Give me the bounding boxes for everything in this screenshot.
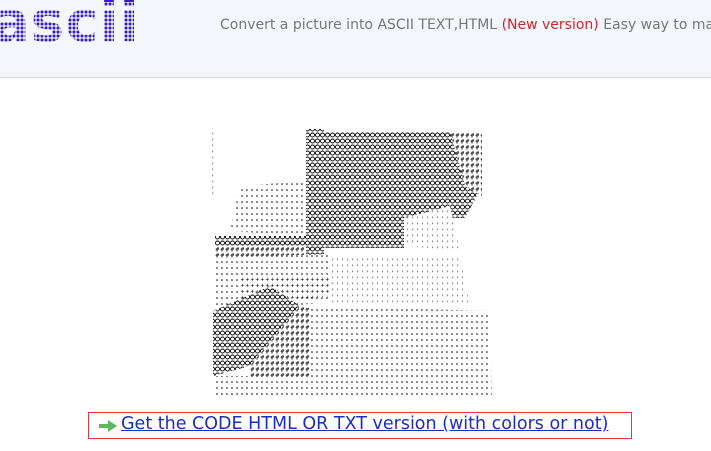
tagline-new-version: (New version) bbox=[501, 17, 599, 33]
logo[interactable]: ascii bbox=[0, 0, 202, 55]
arrow-right-icon bbox=[99, 420, 117, 432]
ascii-art-canvas: # ' + bbox=[212, 128, 492, 396]
logo-text: ascii bbox=[0, 0, 140, 55]
header: ascii Convert a picture into ASCII TEXT,… bbox=[0, 0, 711, 78]
get-code-link[interactable]: Get the CODE HTML OR TXT version (with c… bbox=[121, 414, 608, 434]
ascii-art-image: # ' + bbox=[210, 126, 495, 400]
download-link-box: Get the CODE HTML OR TXT version (with c… bbox=[88, 412, 632, 439]
tagline: Convert a picture into ASCII TEXT,HTML (… bbox=[220, 17, 711, 33]
page: ascii Convert a picture into ASCII TEXT,… bbox=[0, 0, 711, 451]
tagline-text-end: Easy way to make c bbox=[603, 17, 711, 33]
tagline-text: Convert a picture into ASCII TEXT,HTML bbox=[220, 17, 502, 33]
